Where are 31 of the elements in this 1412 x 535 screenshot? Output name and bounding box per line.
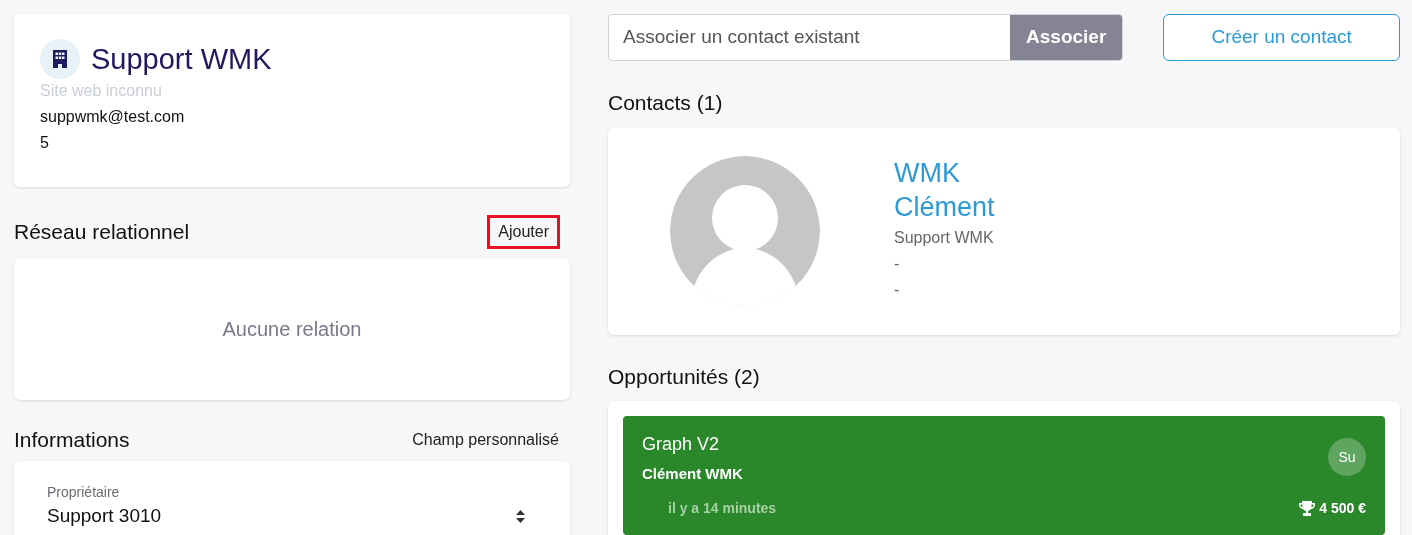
opportunity-title: Graph V2 (642, 433, 720, 456)
contact-company: Support WMK (894, 227, 994, 248)
opportunity-time: il y a 14 minutes (668, 499, 777, 518)
section-title: Réseau relationnel (14, 219, 190, 246)
company-detail: 5 (40, 133, 49, 153)
create-contact-button[interactable]: Créer un contact (1163, 14, 1400, 61)
contact-detail: - (894, 253, 900, 274)
owner-avatar: Su (1328, 438, 1366, 476)
add-link[interactable]: Ajouter (487, 215, 560, 249)
email-text: suppwmk@test.com (40, 107, 185, 127)
associate-input[interactable]: Associer un contact existant (609, 15, 1011, 60)
section-title: Informations (14, 427, 130, 454)
field-label: Propriétaire (47, 483, 120, 501)
avatar-icon (670, 156, 820, 306)
building-icon (40, 39, 80, 79)
contact-detail: - (894, 279, 900, 300)
section-title: Opportunités (2) (608, 363, 760, 390)
trophy-icon (1299, 501, 1316, 516)
sort-icon (516, 509, 525, 523)
opportunity-amount: 4 500 € (1319, 499, 1366, 518)
opportunity-contact: Clément WMK (642, 464, 743, 484)
associate-button[interactable]: Associer (1010, 15, 1123, 60)
section-title: Contacts (1) (608, 90, 723, 116)
company-name: Support WMK (91, 42, 272, 77)
custom-field-link[interactable]: Champ personnalisé (412, 428, 559, 452)
contact-last-name[interactable]: WMK (894, 155, 960, 190)
opportunity-card[interactable]: Graph V2 Clément WMK Su il y a 14 minutes 4 500 € (623, 416, 1385, 535)
empty-text: Aucune relation (222, 317, 362, 342)
associate-field[interactable]: Associer un contact existant Associer (608, 14, 1124, 61)
owner-select[interactable]: Support 3010 (47, 505, 537, 527)
contact-first-name[interactable]: Clément (894, 189, 995, 224)
